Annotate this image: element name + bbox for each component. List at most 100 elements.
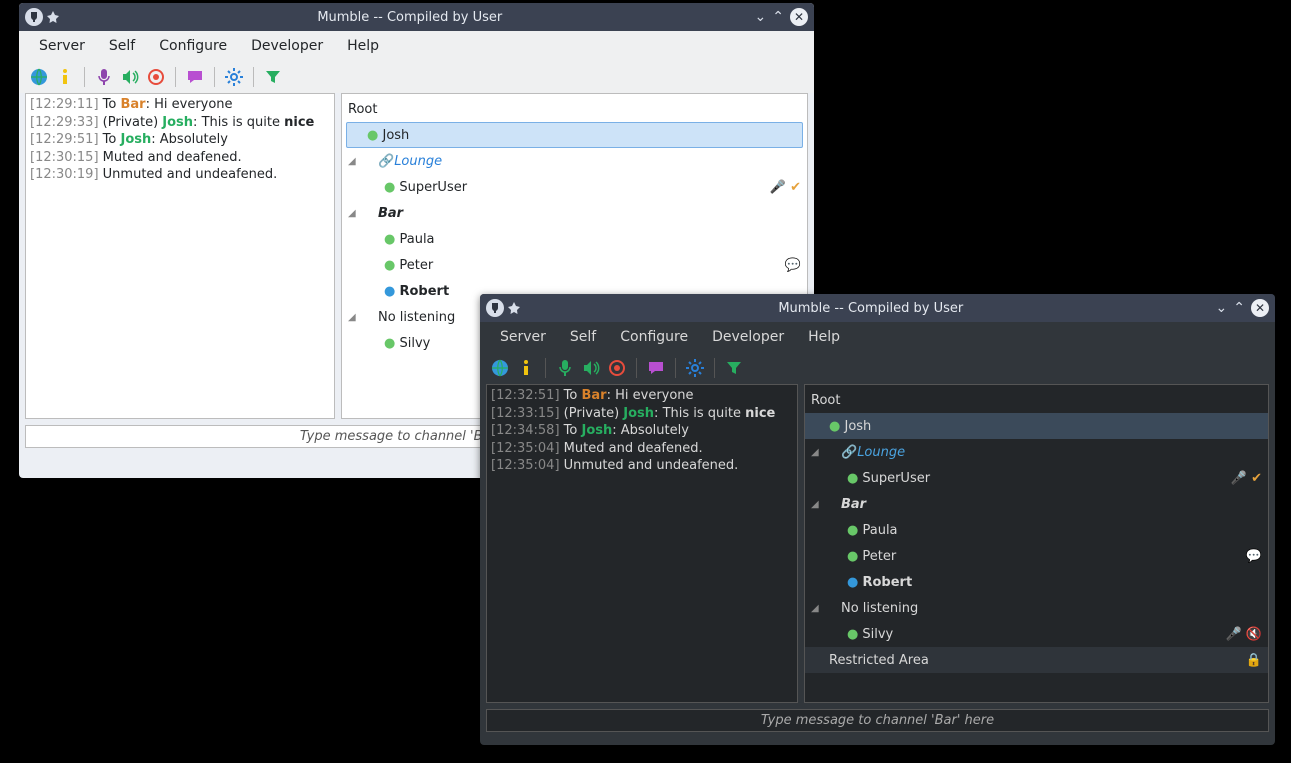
tree-channel-lounge[interactable]: ◢🔗Lounge: [342, 148, 807, 174]
auth-icon: ✔: [1251, 471, 1262, 486]
link-icon: 🔗: [841, 445, 857, 460]
tree-user-superuser[interactable]: ●SuperUser🎤✔: [342, 174, 807, 200]
mic-muted-icon: 🎤: [770, 180, 786, 195]
pin-icon[interactable]: [47, 11, 59, 23]
tree-user-paula[interactable]: ● Paula: [342, 226, 807, 252]
tree-user-peter[interactable]: ●Peter💬: [805, 543, 1268, 569]
menu-server[interactable]: Server: [27, 35, 97, 57]
toolbar-separator: [253, 67, 254, 87]
user-icon: ●: [367, 128, 378, 143]
chat-line: [12:35:04] Unmuted and undeafened.: [491, 457, 793, 475]
menu-developer[interactable]: Developer: [239, 35, 335, 57]
minimize-button[interactable]: ⌄: [1216, 300, 1228, 316]
gear-icon[interactable]: [683, 356, 707, 380]
mumble-window-dark: Mumble -- Compiled by User ⌄ ⌃ ✕ Server …: [480, 294, 1275, 745]
chat-line: [12:35:04] Muted and deafened.: [491, 440, 793, 458]
chat-icon[interactable]: [644, 356, 668, 380]
channel-tree[interactable]: Root ● Josh ◢🔗Lounge ●SuperUser🎤✔ ◢Bar ●…: [804, 384, 1269, 703]
menu-configure[interactable]: Configure: [608, 326, 700, 348]
toolbar: [19, 61, 814, 93]
globe-icon[interactable]: [27, 65, 51, 89]
tree-root[interactable]: Root: [342, 96, 807, 122]
close-button[interactable]: ✕: [790, 8, 808, 26]
chat-line: [12:30:19] Unmuted and undeafened.: [30, 166, 330, 184]
user-icon: ●: [847, 627, 858, 642]
toolbar-separator: [175, 67, 176, 87]
mic-muted-icon: 🎤: [1231, 471, 1247, 486]
tree-user-paula[interactable]: ● Paula: [805, 517, 1268, 543]
record-icon[interactable]: [605, 356, 629, 380]
app-icon: [25, 8, 43, 26]
window-title: Mumble -- Compiled by User: [526, 301, 1216, 316]
globe-icon[interactable]: [488, 356, 512, 380]
maximize-button[interactable]: ⌃: [1233, 300, 1245, 316]
tree-channel-bar[interactable]: ◢Bar: [342, 200, 807, 226]
filter-icon[interactable]: [261, 65, 285, 89]
tree-user-self[interactable]: ● Josh: [805, 413, 1268, 439]
chat-line: [12:34:58] To Josh: Absolutely: [491, 422, 793, 440]
tree-root[interactable]: Root: [805, 387, 1268, 413]
toolbar-separator: [214, 67, 215, 87]
record-icon[interactable]: [144, 65, 168, 89]
info-icon[interactable]: [53, 65, 77, 89]
titlebar[interactable]: Mumble -- Compiled by User ⌄ ⌃ ✕: [480, 294, 1275, 322]
tree-channel-bar[interactable]: ◢Bar: [805, 491, 1268, 517]
toolbar-separator: [84, 67, 85, 87]
tree-channel-nolistening[interactable]: ◢No listening: [805, 595, 1268, 621]
lock-icon: 🔒: [1246, 653, 1262, 668]
chat-log[interactable]: [12:32:51] To Bar: Hi everyone [12:33:15…: [486, 384, 798, 703]
mic-icon[interactable]: [92, 65, 116, 89]
menu-help[interactable]: Help: [796, 326, 852, 348]
chat-line: [12:29:51] To Josh: Absolutely: [30, 131, 330, 149]
close-button[interactable]: ✕: [1251, 299, 1269, 317]
menu-self[interactable]: Self: [558, 326, 608, 348]
menubar: Server Self Configure Developer Help: [480, 322, 1275, 352]
mic-icon[interactable]: [553, 356, 577, 380]
user-icon: ●: [384, 180, 395, 195]
menu-configure[interactable]: Configure: [147, 35, 239, 57]
chat-log[interactable]: [12:29:11] To Bar: Hi everyone [12:29:33…: [25, 93, 335, 419]
message-input[interactable]: Type message to channel 'Bar' here: [486, 709, 1269, 732]
user-icon: ●: [829, 419, 840, 434]
titlebar[interactable]: Mumble -- Compiled by User ⌄ ⌃ ✕: [19, 3, 814, 31]
pin-icon[interactable]: [508, 302, 520, 314]
comment-icon: 💬: [1246, 549, 1262, 564]
chat-line: [12:33:15] (Private) Josh: This is quite…: [491, 405, 793, 423]
user-icon: ●: [847, 549, 858, 564]
menu-server[interactable]: Server: [488, 326, 558, 348]
minimize-button[interactable]: ⌄: [755, 9, 767, 25]
auth-icon: ✔: [790, 180, 801, 195]
maximize-button[interactable]: ⌃: [772, 9, 784, 25]
toolbar-separator: [636, 358, 637, 378]
user-talking-icon: ●: [384, 284, 395, 299]
tree-user-superuser[interactable]: ●SuperUser🎤✔: [805, 465, 1268, 491]
tree-user-self[interactable]: ● Josh: [346, 122, 803, 148]
menu-self[interactable]: Self: [97, 35, 147, 57]
chat-line: [12:29:11] To Bar: Hi everyone: [30, 96, 330, 114]
deafened-icon: 🔇: [1246, 627, 1262, 642]
tree-user-silvy[interactable]: ●Silvy🎤🔇: [805, 621, 1268, 647]
info-icon[interactable]: [514, 356, 538, 380]
filter-icon[interactable]: [722, 356, 746, 380]
toolbar-separator: [545, 358, 546, 378]
menu-help[interactable]: Help: [335, 35, 391, 57]
toolbar-separator: [714, 358, 715, 378]
user-icon: ●: [384, 336, 395, 351]
user-icon: ●: [847, 523, 858, 538]
menu-developer[interactable]: Developer: [700, 326, 796, 348]
tree-user-robert[interactable]: ● Robert: [805, 569, 1268, 595]
speaker-icon[interactable]: [579, 356, 603, 380]
tree-channel-lounge[interactable]: ◢🔗Lounge: [805, 439, 1268, 465]
user-talking-icon: ●: [847, 575, 858, 590]
toolbar: [480, 352, 1275, 384]
comment-icon: 💬: [785, 258, 801, 273]
tree-user-peter[interactable]: ●Peter💬: [342, 252, 807, 278]
speaker-icon[interactable]: [118, 65, 142, 89]
chat-line: [12:32:51] To Bar: Hi everyone: [491, 387, 793, 405]
gear-icon[interactable]: [222, 65, 246, 89]
user-icon: ●: [847, 471, 858, 486]
chat-icon[interactable]: [183, 65, 207, 89]
muted-icon: 🎤: [1226, 627, 1242, 642]
tree-channel-restricted[interactable]: Restricted Area🔒: [805, 647, 1268, 673]
user-icon: ●: [384, 232, 395, 247]
